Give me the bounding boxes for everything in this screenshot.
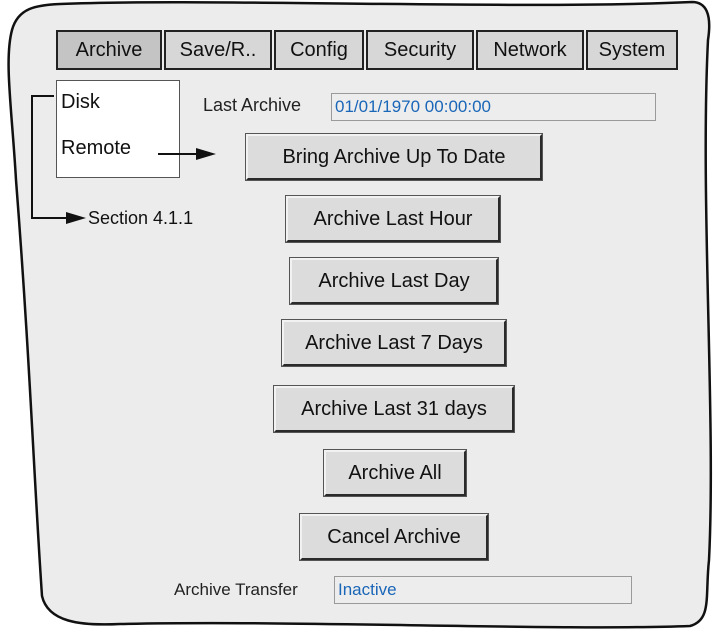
remote-arrowhead	[196, 148, 216, 160]
section-reference-label: Section 4.1.1	[88, 208, 194, 228]
section-bracket-line	[31, 95, 66, 219]
section-arrowhead	[66, 212, 86, 224]
annotation-arrows	[31, 95, 216, 224]
